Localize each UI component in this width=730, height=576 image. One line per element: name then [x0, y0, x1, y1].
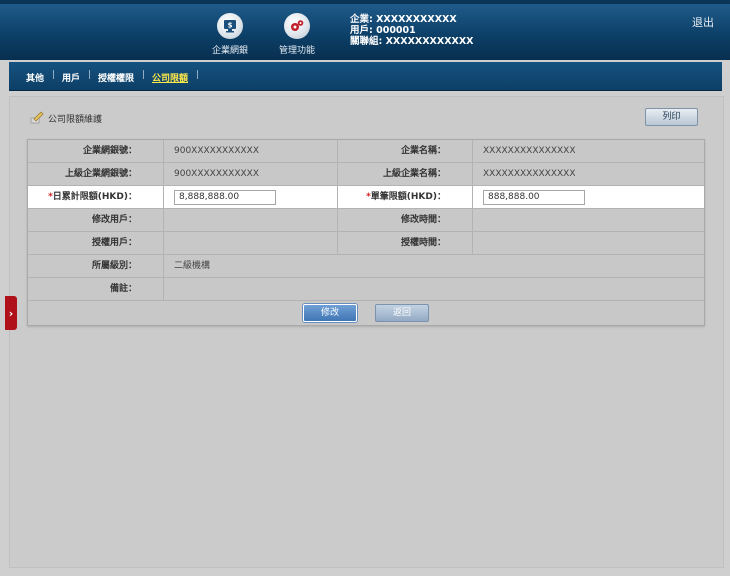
monitor-dollar-icon: $ [217, 13, 243, 39]
form-row-remark: 備註： [28, 278, 704, 301]
field-value: XXXXXXXXXXXXXXX [483, 146, 576, 156]
section-title: 公司限額維護 [30, 110, 102, 127]
field-label: 修改時間： [338, 209, 473, 231]
daily-limit-input[interactable] [174, 189, 276, 205]
menu-item-company-limit[interactable]: 公司限額 [152, 71, 188, 84]
menu-item-other[interactable]: 其他 [26, 71, 44, 84]
form-row-limits: *日累計限額(HKD)： *單筆限額(HKD)： [28, 186, 704, 209]
limit-form: 企業網銀號： 900XXXXXXXXXXX 企業名稱： XXXXXXXXXXXX… [27, 139, 705, 326]
field-label: 所屬級別： [28, 255, 164, 277]
user-id-info: 用戶: 000001 [350, 25, 416, 36]
field-value [164, 209, 338, 231]
field-value: 900XXXXXXXXXXX [164, 140, 338, 162]
field-value [473, 209, 704, 231]
form-row-corporate-id: 企業網銀號： 900XXXXXXXXXXX 企業名稱： XXXXXXXXXXXX… [28, 140, 704, 163]
field-value [473, 232, 704, 254]
menu-separator: | [142, 70, 146, 80]
field-label: 上級企業網銀號： [28, 163, 164, 185]
menu-bar: 其他 | 用戶 | 授權權限 | 公司限額 | [9, 62, 722, 91]
print-button[interactable]: 列印 [645, 108, 698, 126]
logout-link[interactable]: 退出 [692, 14, 714, 30]
menu-item-users[interactable]: 用戶 [62, 71, 80, 84]
nav-label: 企業網銀 [211, 46, 248, 56]
field-value [164, 232, 338, 254]
single-limit-input[interactable] [483, 189, 585, 205]
user-info: 企業: XXXXXXXXXXX 用戶: 000001 關聯組: XXXXXXXX… [350, 14, 474, 47]
field-label: 企業網銀號： [28, 140, 164, 162]
company-info: 企業: XXXXXXXXXXX [350, 14, 457, 25]
field-label: 企業名稱： [338, 140, 473, 162]
form-row-parent-corporate: 上級企業網銀號： 900XXXXXXXXXXX 上級企業名稱： XXXXXXXX… [28, 163, 704, 186]
gears-icon [284, 13, 310, 39]
field-label: 備註： [28, 278, 164, 300]
section-title-text: 公司限額維護 [48, 115, 103, 125]
top-header: $ 企業網銀 管理功能 企業: XXXXXXXXXXX 用戶: 000001 關… [0, 0, 730, 60]
nav-label: 管理功能 [278, 46, 315, 56]
edit-pencil-icon [30, 110, 44, 127]
field-value: 900XXXXXXXXXXX [164, 163, 338, 185]
field-label: 授權時間： [338, 232, 473, 254]
field-value: 二級機構 [174, 261, 211, 271]
menu-separator: | [88, 70, 92, 80]
group-info: 關聯組: XXXXXXXXXXXX [350, 36, 474, 47]
single-limit-cell [473, 186, 704, 208]
nav-management[interactable]: 管理功能 [267, 13, 327, 56]
menu-separator: | [52, 70, 56, 80]
svg-text:$: $ [228, 22, 233, 30]
daily-limit-cell [164, 186, 338, 208]
field-label: 上級企業名稱： [338, 163, 473, 185]
form-row-modified: 修改用戶： 修改時間： [28, 209, 704, 232]
daily-limit-label: *日累計限額(HKD)： [28, 186, 164, 208]
chevron-right-icon: › [8, 306, 14, 320]
menu-item-authorization[interactable]: 授權權限 [98, 71, 134, 84]
menu-separator: | [196, 70, 200, 80]
single-limit-label: *單筆限額(HKD)： [338, 186, 473, 208]
form-row-authorized: 授權用戶： 授權時間： [28, 232, 704, 255]
side-panel-toggle[interactable]: › [5, 296, 17, 330]
nav-corporate-banking[interactable]: $ 企業網銀 [200, 13, 260, 56]
form-actions: 修改 返回 [28, 301, 704, 325]
field-label: 修改用戶： [28, 209, 164, 231]
back-button[interactable]: 返回 [375, 304, 429, 322]
field-value [164, 278, 704, 300]
modify-button[interactable]: 修改 [303, 304, 357, 322]
form-row-level: 所屬級別： 二級機構 [28, 255, 704, 278]
field-label: 授權用戶： [28, 232, 164, 254]
field-value: XXXXXXXXXXXXXXX [483, 169, 576, 179]
